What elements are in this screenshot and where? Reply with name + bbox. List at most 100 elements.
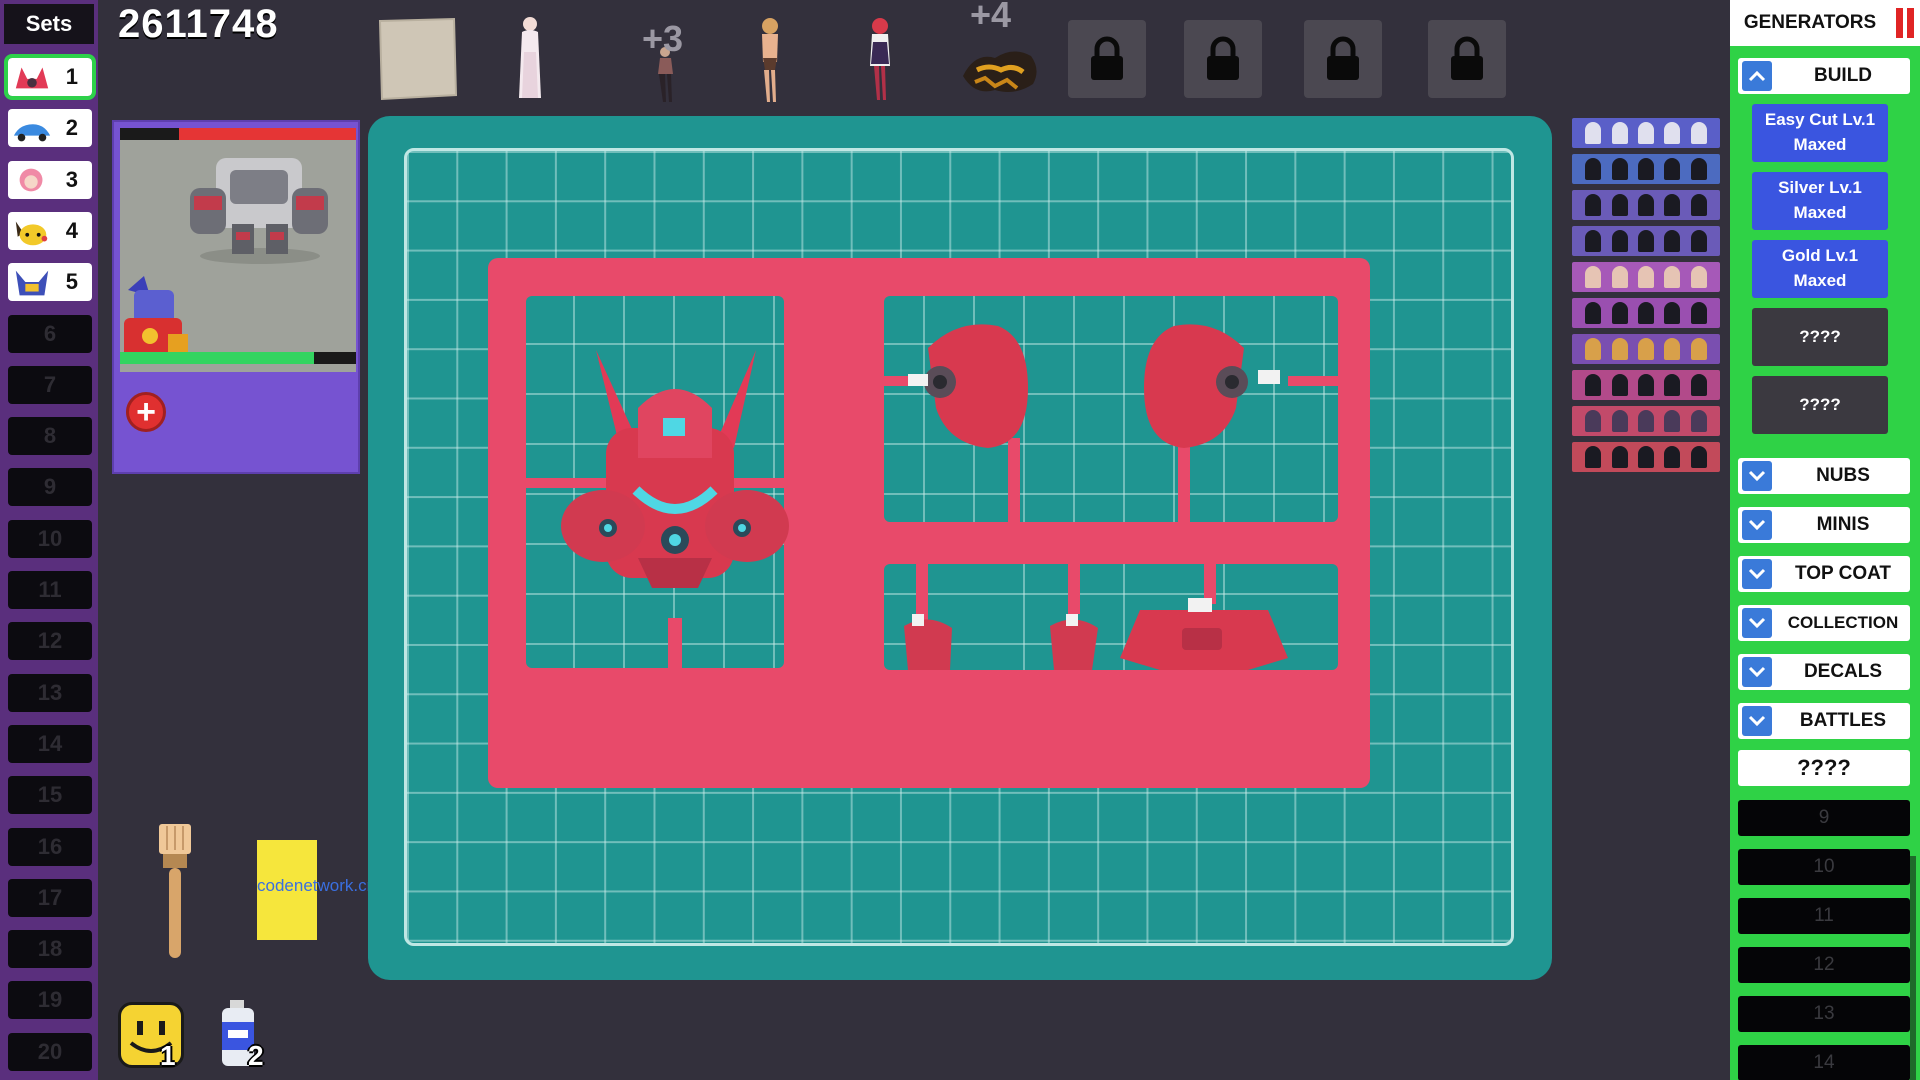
paint-brush-icon[interactable]: [155, 820, 195, 962]
paper-canvas-icon: [378, 17, 458, 101]
brown-hair-figure-icon: [762, 18, 778, 102]
set-slot-10[interactable]: 10: [8, 519, 92, 558]
set-slot-12[interactable]: 12: [8, 622, 92, 661]
spray-can-count: 2: [248, 1040, 264, 1071]
set-slot-4[interactable]: 4: [8, 211, 92, 250]
generator-slot[interactable]: 12: [1738, 947, 1910, 983]
score-counter: 2611748: [118, 2, 279, 46]
chevron-down-icon[interactable]: [1742, 461, 1772, 491]
set-slot-19[interactable]: 19: [8, 981, 92, 1020]
category-minis[interactable]: MINIS: [1738, 507, 1910, 543]
collection-row-4[interactable]: [1572, 226, 1720, 256]
set-slot-15[interactable]: 15: [8, 776, 92, 815]
set-slot-14[interactable]: 14: [8, 724, 92, 763]
set-slot-7[interactable]: 7: [8, 365, 92, 404]
collection-figure-icon: [1585, 122, 1602, 144]
build-item-4[interactable]: ????: [1752, 308, 1888, 366]
player-health-bar: [120, 352, 356, 364]
generator-slot[interactable]: 10: [1738, 849, 1910, 885]
generator-slot[interactable]: 11: [1738, 898, 1910, 934]
collection-figure-icon: [1690, 302, 1707, 324]
set-slot-1[interactable]: 1: [4, 54, 96, 100]
model-preview-image: [120, 140, 356, 372]
locked-figure-slot-4[interactable]: [1428, 20, 1506, 98]
figure-slot-white-dress[interactable]: [500, 12, 560, 104]
figure-slot-plus3[interactable]: +3: [632, 12, 702, 104]
collection-figure-icon: [1611, 158, 1628, 180]
collection-row-5[interactable]: [1572, 262, 1720, 292]
build-item-3[interactable]: Gold Lv.1 Maxed: [1752, 240, 1888, 298]
add-button[interactable]: +: [126, 392, 166, 432]
set-number: 4: [65, 217, 78, 243]
collection-row-6[interactable]: [1572, 298, 1720, 328]
collection-figure-icon: [1637, 122, 1654, 144]
collection-figure-icon: [1664, 230, 1681, 252]
category-decals[interactable]: DECALS: [1738, 654, 1910, 690]
set-slot-16[interactable]: 16: [8, 827, 92, 866]
collection-row-2[interactable]: [1572, 154, 1720, 184]
set-slot-3[interactable]: 3: [8, 160, 92, 199]
build-item-2[interactable]: Silver Lv.1 Maxed: [1752, 172, 1888, 230]
collection-row-7[interactable]: [1572, 334, 1720, 364]
locked-category[interactable]: ????: [1738, 750, 1910, 786]
pause-icon-bar-left: [1896, 8, 1903, 38]
pink-girl-thumb-icon: [19, 168, 43, 192]
figure-slot-brown-hair[interactable]: [740, 12, 800, 104]
set-number: 6: [43, 320, 57, 346]
category-label: DECALS: [1803, 661, 1883, 682]
build-item-5[interactable]: ????: [1752, 376, 1888, 434]
chevron-down-icon[interactable]: [1742, 510, 1772, 540]
figure-slot-dragon[interactable]: +4: [950, 0, 1050, 104]
set-slot-20[interactable]: 20: [8, 1032, 92, 1071]
chevron-up-icon[interactable]: [1742, 61, 1772, 91]
set-slot-2[interactable]: 2: [8, 109, 92, 148]
category-build[interactable]: BUILD: [1738, 58, 1910, 94]
generator-slot[interactable]: 13: [1738, 996, 1910, 1032]
collection-row-3[interactable]: [1572, 190, 1720, 220]
category-nubs[interactable]: NUBS: [1738, 458, 1910, 494]
kit-runner[interactable]: [488, 258, 1370, 788]
category-battles[interactable]: BATTLES: [1738, 703, 1910, 739]
collection-row-1[interactable]: [1572, 118, 1720, 148]
generator-slot[interactable]: 9: [1738, 800, 1910, 836]
generators-scrollbar[interactable]: [1910, 856, 1916, 1080]
watermark-text: codenetwork.cn: [257, 876, 377, 895]
chevron-down-icon[interactable]: [1742, 657, 1772, 687]
locked-figure-slot-1[interactable]: [1068, 20, 1146, 98]
build-item-name: Easy Cut Lv.1: [1764, 110, 1876, 130]
set-slot-13[interactable]: 13: [8, 673, 92, 712]
set-slot-9[interactable]: 9: [8, 468, 92, 507]
set-slot-11[interactable]: 11: [8, 571, 92, 609]
set-slot-5[interactable]: 5: [8, 263, 92, 302]
set-slot-6[interactable]: 6: [8, 314, 92, 353]
collection-row-9[interactable]: [1572, 406, 1720, 436]
pause-button[interactable]: [1890, 0, 1920, 46]
category-top-coat[interactable]: TOP COAT: [1738, 556, 1910, 592]
generator-slot[interactable]: 14: [1738, 1045, 1910, 1080]
chevron-down-icon[interactable]: [1742, 706, 1772, 736]
enemy-health-fill: [179, 128, 356, 140]
category-label: MINIS: [1816, 514, 1870, 535]
chevron-down-icon[interactable]: [1742, 559, 1772, 589]
locked-figure-slot-2[interactable]: [1184, 20, 1262, 98]
category-collection[interactable]: COLLECTION: [1738, 605, 1910, 641]
collection-row-10[interactable]: [1572, 442, 1720, 472]
set-slot-18[interactable]: 18: [8, 930, 92, 969]
chevron-down-icon[interactable]: [1742, 608, 1772, 638]
collection-figure-icon: [1637, 338, 1654, 360]
build-item-name: ????: [1799, 326, 1841, 346]
figure-slot-maid[interactable]: [850, 12, 910, 104]
category-label: COLLECTION: [1787, 613, 1899, 632]
collection-figure-icon: [1690, 266, 1707, 288]
player-health-fill: [120, 352, 314, 364]
generators-title: GENERATORS: [1730, 0, 1890, 46]
collection-figure-icon: [1611, 338, 1628, 360]
collection-row-8[interactable]: [1572, 370, 1720, 400]
sets-title: Sets: [4, 4, 94, 44]
build-item-1[interactable]: Easy Cut Lv.1 Maxed: [1752, 104, 1888, 162]
locked-figure-slot-3[interactable]: [1304, 20, 1382, 98]
collection-figure-icon: [1611, 122, 1628, 144]
set-slot-8[interactable]: 8: [8, 417, 92, 456]
figure-slot-canvas[interactable]: [372, 12, 462, 104]
set-slot-17[interactable]: 17: [8, 878, 92, 917]
